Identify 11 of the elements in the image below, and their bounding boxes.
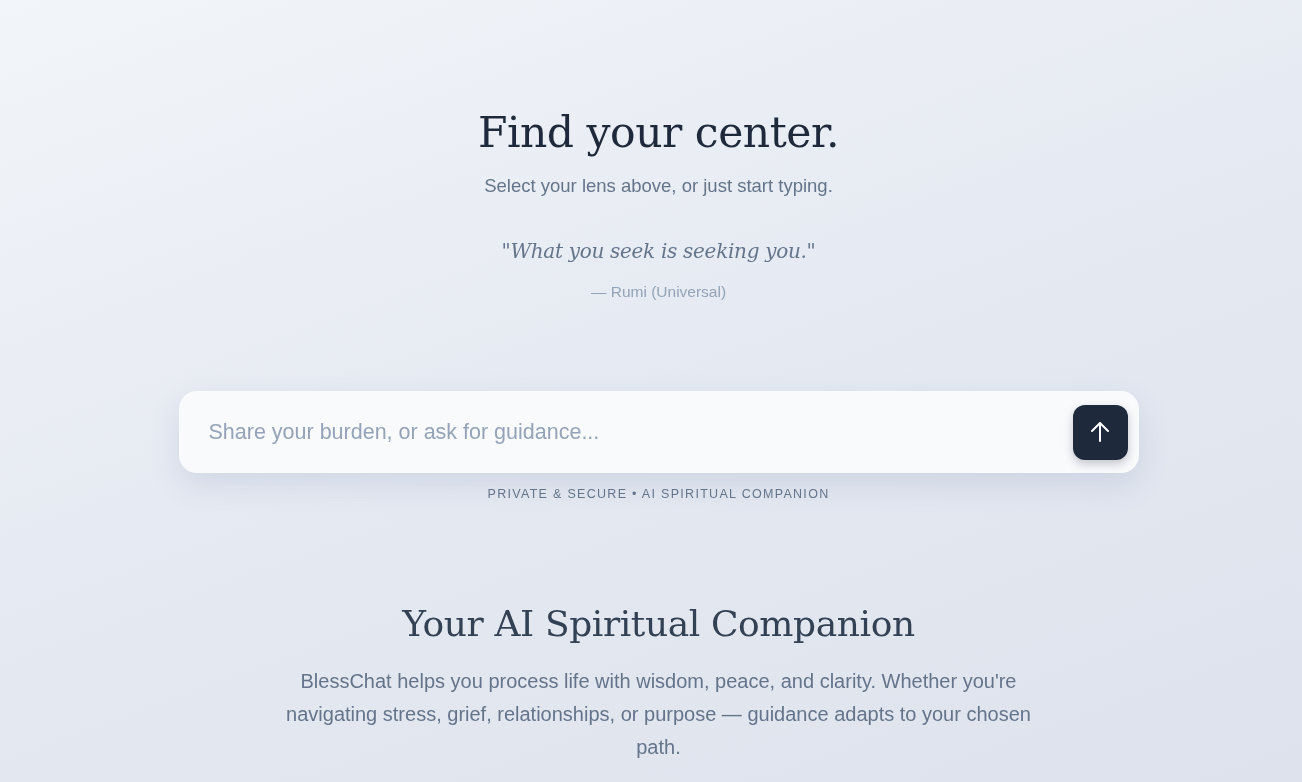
message-input-field[interactable]: Share your burden, or ask for guidance... <box>208 412 1057 452</box>
quote-attribution: — Rumi (Universal) <box>590 281 727 302</box>
subtitle-text: Select your lens above, or just start typing. <box>484 174 833 198</box>
privacy-caption: PRIVATE & SECURE • AI SPIRITUAL COMPANION <box>487 486 830 503</box>
arrow-up-icon <box>1091 422 1109 442</box>
send-button[interactable] <box>1072 404 1128 460</box>
section-heading: Your AI Spiritual Companion <box>402 601 915 645</box>
quote-text: "What you seek is seeking you." <box>501 237 816 265</box>
section-description: BlessChat helps you process life with wisdom, peace, and clarity. Whether you're navigating stress, grief, relationships, or purpose — guidance adapts to your chosen path. <box>285 668 1032 760</box>
message-composer[interactable]: Share your burden, or ask for guidance... <box>178 391 1139 473</box>
page-heading: Find your center. <box>477 107 840 158</box>
